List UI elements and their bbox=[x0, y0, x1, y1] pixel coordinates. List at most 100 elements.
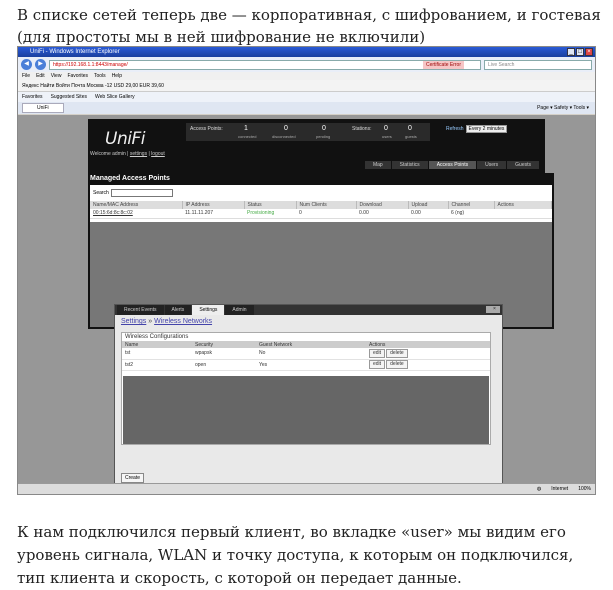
col-wlan-name[interactable]: Name bbox=[122, 341, 192, 348]
wlan-name: tst bbox=[122, 348, 192, 360]
menu-view[interactable]: View bbox=[51, 72, 62, 80]
menu-tools[interactable]: Tools bbox=[94, 72, 106, 80]
col-upload[interactable]: Upload bbox=[408, 201, 449, 209]
status-zone: Internet bbox=[551, 486, 569, 492]
command-bar[interactable]: Page ▾ Safety ▾ Tools ▾ bbox=[537, 102, 589, 114]
users-label: users bbox=[382, 134, 392, 139]
col-download[interactable]: Download bbox=[356, 201, 409, 209]
wireless-config-box: Wireless Configurations Name Security Gu… bbox=[121, 332, 491, 445]
wlan-name: tst2 bbox=[122, 359, 192, 371]
ap-ip: 11.11.11.207 bbox=[182, 209, 244, 219]
col-status[interactable]: Status bbox=[244, 201, 297, 209]
ap-mac[interactable]: 00:15:6d:8c:8c:02 bbox=[90, 209, 182, 219]
refresh-control: Refresh Every 2 minutes bbox=[446, 125, 508, 133]
zoom-level[interactable]: 100% bbox=[578, 484, 591, 494]
tab-statistics[interactable]: Statistics bbox=[391, 161, 428, 169]
search-input[interactable]: Live Search bbox=[484, 59, 592, 70]
wlan-empty-area bbox=[123, 376, 489, 444]
ap-table: Name/MAC Address IP Address Status Num C… bbox=[90, 201, 552, 219]
tab-access-points[interactable]: Access Points bbox=[428, 161, 477, 169]
settings-link[interactable]: settings bbox=[130, 151, 147, 157]
wlan-table-header: Name Security Guest Network Actions bbox=[122, 341, 490, 348]
delete-button[interactable]: delete bbox=[386, 348, 408, 358]
settings-tabs: Recent Events Alerts Settings Admin × bbox=[115, 305, 502, 315]
edit-button[interactable]: edit bbox=[369, 348, 386, 358]
tab-guests[interactable]: Guests bbox=[507, 161, 539, 169]
minimize-icon[interactable]: _ bbox=[567, 48, 575, 56]
address-input[interactable]: https://192.168.1.1:8443/manage/ Certifi… bbox=[49, 59, 481, 70]
tab-users[interactable]: Users bbox=[477, 161, 507, 169]
window-title: UniFi - Windows Internet Explorer bbox=[30, 49, 120, 55]
page-content: UniFi Welcome admin | settings | logout … bbox=[18, 115, 595, 485]
wc-title: Wireless Configurations bbox=[125, 334, 189, 340]
menu-file[interactable]: File bbox=[22, 72, 30, 80]
panel-title: Managed Access Points bbox=[90, 175, 170, 182]
pending-label: pending bbox=[316, 134, 331, 139]
address-bar-row: ◀ ▶ https://192.168.1.1:8443/manage/ Cer… bbox=[18, 57, 595, 72]
address-url: https://192.168.1.1:8443/manage/ bbox=[53, 61, 128, 68]
forward-icon[interactable]: ▶ bbox=[35, 59, 46, 70]
tab-alerts[interactable]: Alerts bbox=[164, 305, 192, 315]
refresh-label: Refresh bbox=[446, 126, 464, 132]
article-text-top: В списке сетей теперь две — корпоративна… bbox=[17, 6, 601, 46]
crumb-settings[interactable]: Settings bbox=[121, 318, 146, 325]
welcome-text: Welcome admin bbox=[90, 151, 126, 157]
col-actions: Actions bbox=[494, 201, 552, 209]
window-titlebar: UniFi - Windows Internet Explorer _ □ × bbox=[18, 47, 595, 57]
tab-unifi[interactable]: UniFi bbox=[22, 103, 64, 113]
maximize-icon[interactable]: □ bbox=[576, 48, 584, 56]
ap-clients: 0 bbox=[296, 209, 356, 219]
yandex-toolbar[interactable]: Яндекс Найти Войти Почта Москва -12 USD … bbox=[18, 80, 595, 92]
tab-recent-events[interactable]: Recent Events bbox=[117, 305, 164, 315]
close-icon[interactable]: × bbox=[486, 306, 500, 313]
wlan-actions: edit delete bbox=[366, 348, 490, 360]
col-security[interactable]: Security bbox=[192, 341, 256, 348]
ap-search-input[interactable] bbox=[110, 188, 173, 197]
certificate-error-badge[interactable]: Certificate Error bbox=[422, 60, 464, 69]
col-channel[interactable]: Channel bbox=[448, 201, 495, 209]
menu-edit[interactable]: Edit bbox=[36, 72, 45, 80]
refresh-select[interactable]: Every 2 minutes bbox=[465, 125, 508, 133]
create-button[interactable]: Create bbox=[121, 473, 145, 483]
fav-web-slice[interactable]: Web Slice Gallery bbox=[95, 92, 135, 102]
menu-help[interactable]: Help bbox=[112, 72, 122, 80]
wlan-security: open bbox=[192, 359, 256, 371]
edit-button[interactable]: edit bbox=[369, 360, 386, 369]
tab-settings[interactable]: Settings bbox=[192, 305, 225, 315]
connected-label: connected bbox=[238, 134, 257, 139]
crumb-wireless[interactable]: Wireless Networks bbox=[154, 318, 212, 325]
unifi-header: UniFi Welcome admin | settings | logout … bbox=[88, 119, 545, 173]
welcome-line: Welcome admin | settings | logout bbox=[90, 151, 165, 157]
wlan-security: wpapsk bbox=[192, 348, 256, 360]
disconnected-count: 0 bbox=[284, 125, 288, 132]
wlan-actions: edit delete bbox=[366, 359, 490, 371]
ap-actions bbox=[494, 209, 552, 219]
stats-bar: Access Points: 1 connected 0 disconnecte… bbox=[186, 123, 430, 141]
users-count: 0 bbox=[384, 125, 388, 132]
guests-label: guests bbox=[405, 134, 417, 139]
col-guest[interactable]: Guest Network bbox=[256, 341, 366, 348]
table-row: tst wpapsk No edit delete bbox=[122, 348, 490, 360]
status-bar: ◍ Internet 100% bbox=[18, 483, 595, 494]
col-wlan-actions: Actions bbox=[366, 341, 490, 348]
table-row[interactable]: 00:15:6d:8c:8c:02 11.11.11.207 Provision… bbox=[90, 209, 552, 219]
delete-button[interactable]: delete bbox=[386, 360, 408, 369]
tab-admin[interactable]: Admin bbox=[225, 305, 254, 315]
col-name[interactable]: Name/MAC Address bbox=[90, 201, 183, 209]
settings-panel: Recent Events Alerts Settings Admin × Se… bbox=[114, 304, 503, 484]
back-icon[interactable]: ◀ bbox=[21, 59, 32, 70]
search-row: Search bbox=[90, 185, 552, 201]
ap-channel: 6 (ng) bbox=[448, 209, 494, 219]
logout-link[interactable]: logout bbox=[151, 151, 165, 157]
fav-suggested-sites[interactable]: Suggested Sites bbox=[51, 92, 87, 102]
stations-label: Stations: bbox=[352, 126, 372, 132]
favorites-button[interactable]: Favorites bbox=[22, 92, 43, 102]
menu-bar: File Edit View Favorites Tools Help bbox=[18, 72, 595, 80]
favorites-bar: Favorites Suggested Sites Web Slice Gall… bbox=[18, 92, 595, 102]
menu-favorites[interactable]: Favorites bbox=[67, 72, 88, 80]
col-clients[interactable]: Num Clients bbox=[296, 201, 357, 209]
ap-download: 0.00 bbox=[356, 209, 408, 219]
close-icon[interactable]: × bbox=[585, 48, 593, 56]
tab-map[interactable]: Map bbox=[364, 161, 391, 169]
col-ip[interactable]: IP Address bbox=[182, 201, 245, 209]
